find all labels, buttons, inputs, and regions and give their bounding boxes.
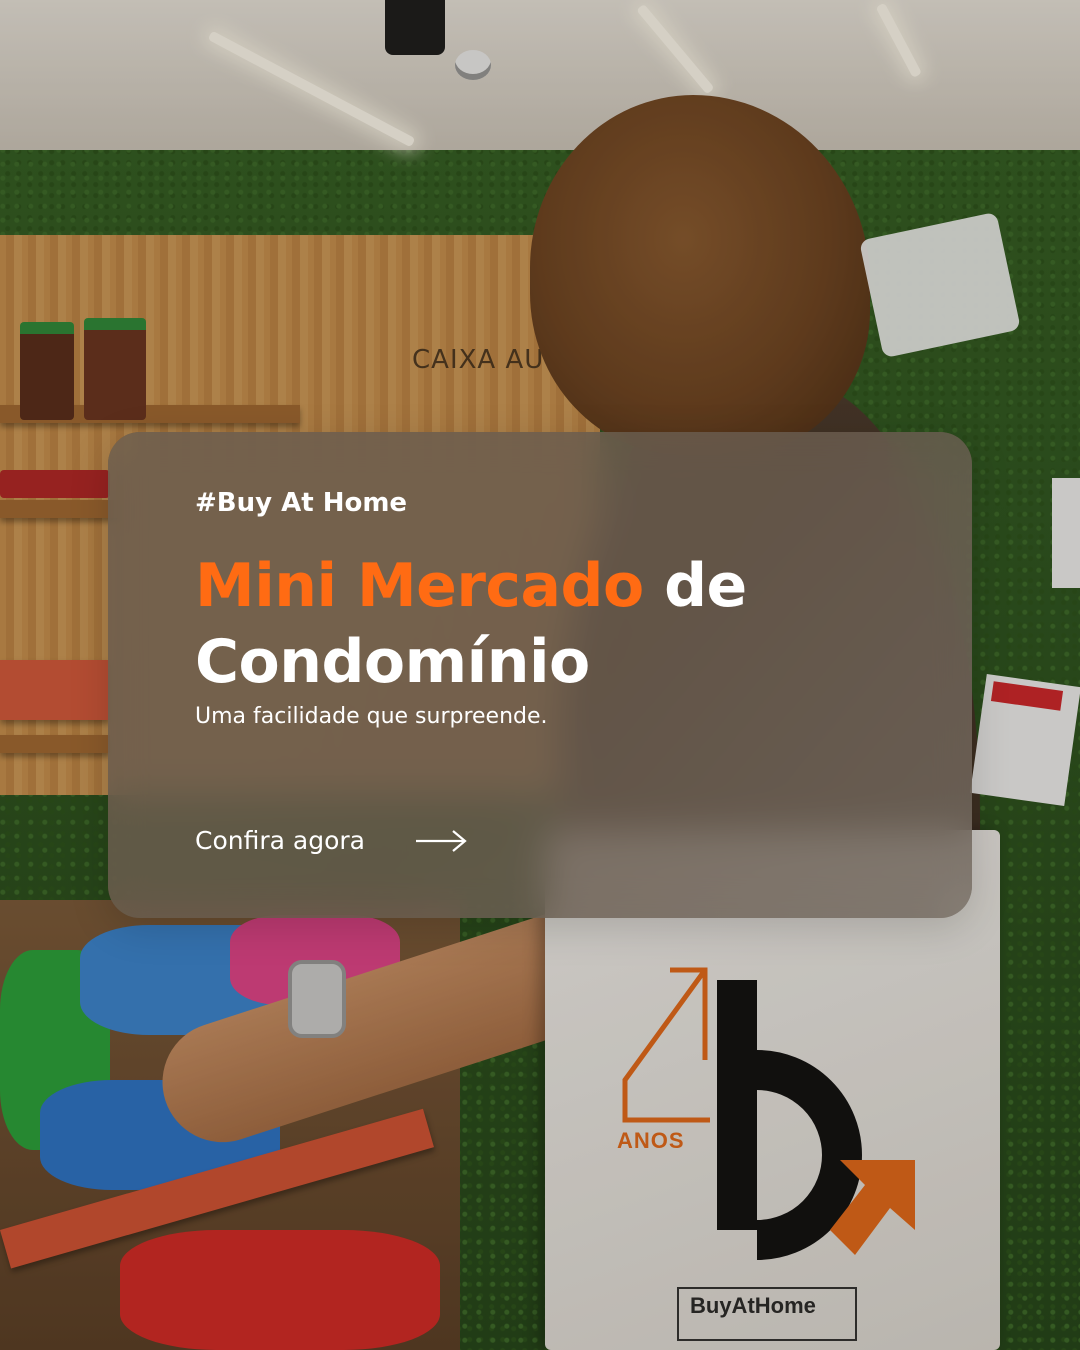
title-word-de: de: [664, 551, 747, 621]
cta-link[interactable]: Confira agora: [195, 826, 467, 855]
page-title: Mini Mercado de Condomínio: [195, 548, 895, 700]
title-word-condominio: Condomínio: [195, 627, 590, 697]
cta-label[interactable]: Confira agora: [195, 826, 365, 855]
subtitle: Uma facilidade que surpreende.: [195, 704, 548, 729]
arrow-right-icon[interactable]: [415, 829, 467, 853]
hashtag-label: #Buy At Home: [195, 488, 408, 518]
title-accent: Mini Mercado: [195, 551, 644, 621]
promo-scene: CAIXA AUTOA ANOS BuyAtHome #Buy At Home …: [0, 0, 1080, 1350]
